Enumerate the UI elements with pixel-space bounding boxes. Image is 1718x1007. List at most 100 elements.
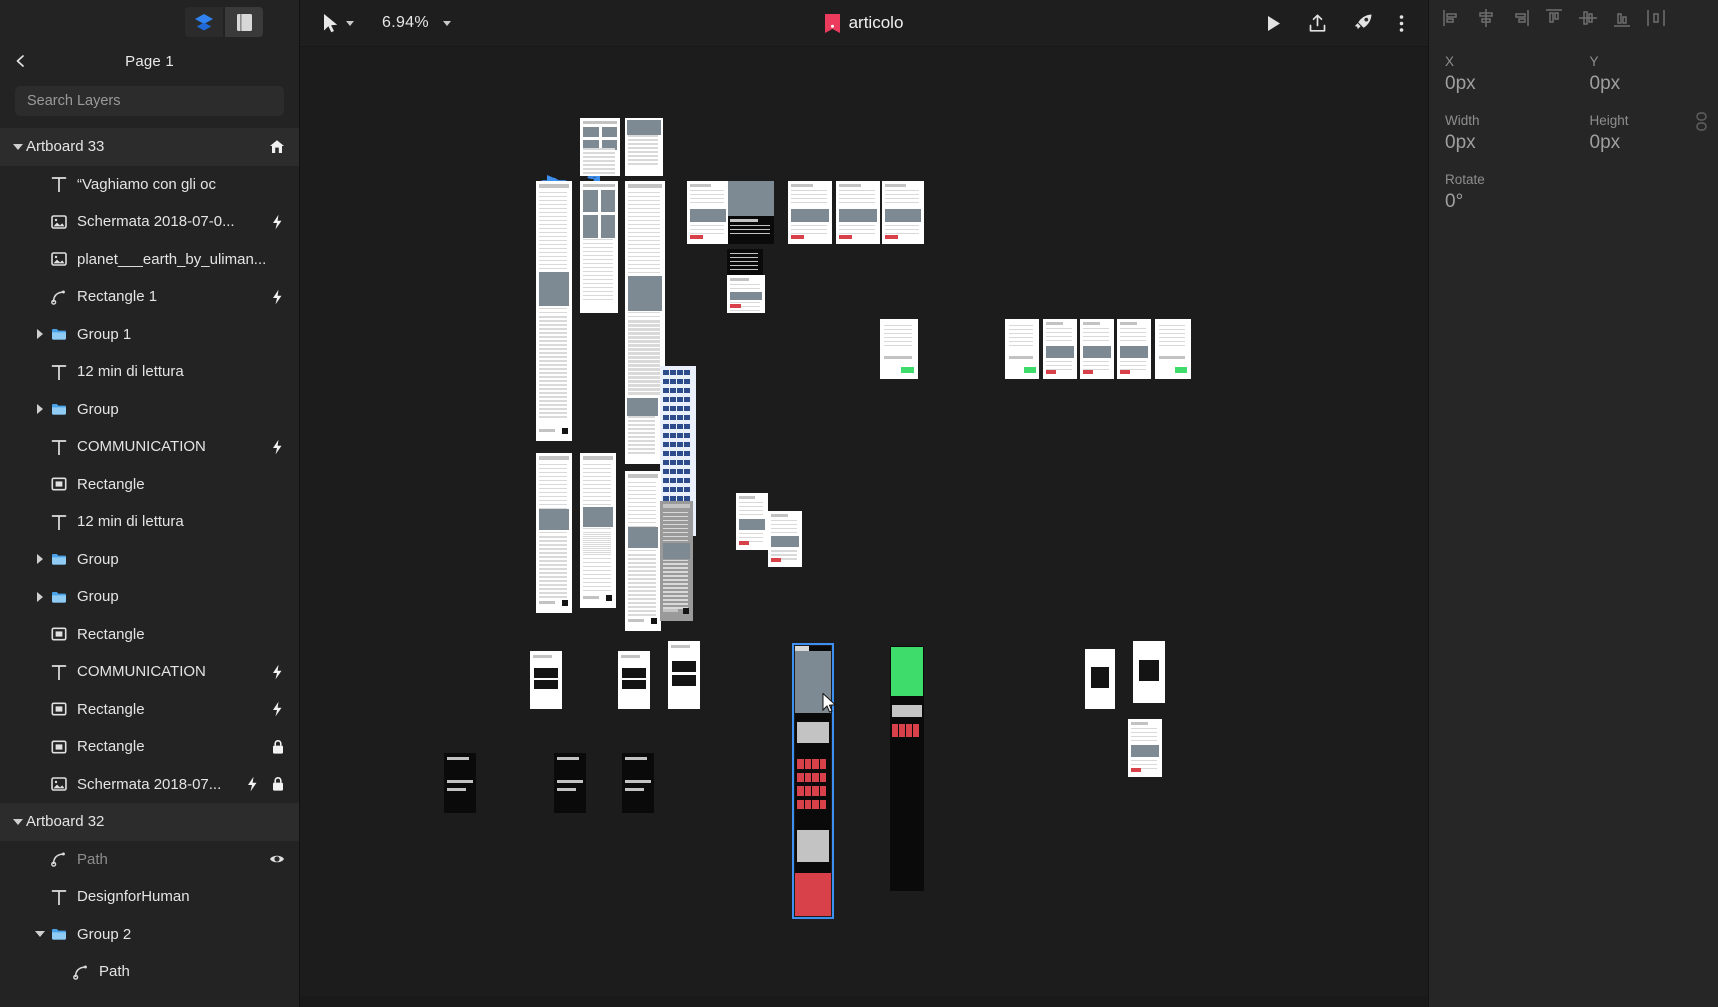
layer-row-path[interactable]: Path (0, 841, 299, 879)
lock-icon[interactable] (271, 776, 285, 792)
layer-row-designforhuman[interactable]: DesignforHuman (0, 878, 299, 916)
bolt-icon[interactable] (270, 214, 285, 230)
artboard[interactable] (580, 181, 618, 313)
artboard[interactable] (1117, 319, 1151, 379)
artboard[interactable] (1080, 319, 1114, 379)
more-options-button[interactable] (1399, 14, 1404, 33)
layer-row-rectangle[interactable]: Rectangle (0, 728, 299, 766)
layer-row-communication[interactable]: COMMUNICATION (0, 653, 299, 691)
layer-row-communication[interactable]: COMMUNICATION (0, 428, 299, 466)
publish-button[interactable] (1353, 13, 1373, 33)
artboard[interactable] (536, 181, 572, 441)
layer-row-rectangle[interactable]: Rectangle (0, 466, 299, 504)
cursor-tool-chevron-down-icon[interactable] (346, 20, 354, 26)
align-left-button[interactable] (1435, 4, 1469, 32)
artboard[interactable] (580, 453, 616, 608)
field-x[interactable]: X 0px (1429, 54, 1574, 95)
field-rotate[interactable]: Rotate 0° (1429, 172, 1574, 213)
layer-row-path[interactable]: Path (0, 953, 299, 991)
layer-row-schermata-2018-07-0[interactable]: Schermata 2018-07-0... (0, 203, 299, 241)
artboard[interactable] (687, 181, 729, 244)
layer-row-group-2[interactable]: Group 2 (0, 916, 299, 954)
layer-row-artboard-33[interactable]: Artboard 33 (0, 128, 299, 166)
artboard[interactable] (880, 319, 918, 379)
prototype-canvas[interactable] (300, 46, 1428, 1007)
disclosure-collapsed-icon[interactable] (37, 554, 43, 565)
artboard[interactable] (727, 275, 765, 313)
field-width[interactable]: Width 0px (1429, 113, 1574, 154)
layer-row-group[interactable]: Group (0, 541, 299, 579)
artboard[interactable] (625, 118, 663, 176)
disclosure-toggle[interactable] (32, 326, 48, 342)
artboard[interactable] (625, 396, 660, 464)
value-x[interactable]: 0px (1445, 73, 1574, 95)
lock-icon[interactable] (271, 739, 285, 755)
layer-row-group-1[interactable]: Group 1 (0, 316, 299, 354)
artboard[interactable] (836, 181, 880, 244)
disclosure-toggle[interactable] (32, 926, 48, 942)
layer-row-12-min-di-lettura[interactable]: 12 min di lettura (0, 353, 299, 391)
cursor-arrow-icon[interactable] (322, 13, 340, 33)
align-vertical-center-button[interactable] (1571, 4, 1605, 32)
artboard[interactable] (1005, 319, 1039, 379)
bolt-icon[interactable] (270, 664, 285, 680)
home-icon[interactable] (269, 139, 285, 155)
artboard[interactable] (1085, 649, 1115, 709)
artboard[interactable] (882, 181, 924, 244)
layer-row-vaghiamo-con-gli-oc[interactable]: “Vaghiamo con gli oc (0, 166, 299, 204)
artboard[interactable] (536, 453, 572, 613)
layer-row-rectangle[interactable]: Rectangle (0, 691, 299, 729)
disclosure-toggle[interactable] (32, 401, 48, 417)
search-input[interactable] (27, 93, 272, 109)
disclosure-toggle[interactable] (32, 551, 48, 567)
disclosure-expanded-icon[interactable] (13, 818, 23, 825)
tab-layers[interactable] (185, 7, 223, 37)
value-rotate[interactable]: 0° (1445, 191, 1574, 213)
horizontal-scrollbar[interactable] (300, 996, 1428, 1007)
eye-icon[interactable] (269, 851, 285, 867)
artboard[interactable] (622, 753, 654, 813)
artboard[interactable] (736, 493, 768, 550)
disclosure-expanded-icon[interactable] (35, 931, 45, 938)
tab-pages[interactable] (225, 7, 263, 37)
layer-row-rectangle[interactable]: Rectangle (0, 616, 299, 654)
artboard[interactable] (1155, 319, 1191, 379)
field-y[interactable]: Y 0px (1574, 54, 1718, 95)
disclosure-expanded-icon[interactable] (13, 143, 23, 150)
align-top-button[interactable] (1537, 4, 1571, 32)
disclosure-collapsed-icon[interactable] (37, 591, 43, 602)
bolt-icon[interactable] (270, 289, 285, 305)
layer-row-group[interactable]: Group (0, 391, 299, 429)
value-y[interactable]: 0px (1590, 73, 1718, 95)
bolt-icon[interactable] (270, 701, 285, 717)
lock-proportions-button[interactable] (1695, 112, 1708, 137)
zoom-level-label[interactable]: 6.94% (382, 14, 429, 32)
artboard-selected[interactable] (792, 643, 834, 919)
value-width[interactable]: 0px (1445, 132, 1574, 154)
disclosure-toggle[interactable] (10, 139, 26, 155)
share-export-button[interactable] (1308, 13, 1327, 33)
align-right-button[interactable] (1503, 4, 1537, 32)
artboard[interactable] (1128, 719, 1162, 777)
layer-row-rectangle-1[interactable]: Rectangle 1 (0, 278, 299, 316)
artboard[interactable] (625, 471, 661, 631)
artboard[interactable] (728, 181, 774, 244)
artboard[interactable] (580, 118, 620, 176)
align-horizontal-center-button[interactable] (1469, 4, 1503, 32)
artboard[interactable] (1043, 319, 1077, 379)
artboard[interactable] (1133, 641, 1165, 703)
disclosure-collapsed-icon[interactable] (37, 404, 43, 415)
artboard[interactable] (668, 641, 700, 709)
bolt-icon[interactable] (245, 776, 260, 792)
layer-row-artboard-32[interactable]: Artboard 32 (0, 803, 299, 841)
artboard[interactable] (554, 753, 586, 813)
distribute-horizontal-button[interactable] (1639, 4, 1673, 32)
layer-row-planet-earth-by-uliman[interactable]: planet___earth_by_uliman... (0, 241, 299, 279)
layer-row-schermata-2018-07[interactable]: Schermata 2018-07... (0, 766, 299, 804)
align-bottom-button[interactable] (1605, 4, 1639, 32)
artboard[interactable] (444, 753, 476, 813)
zoom-chevron-down-icon[interactable] (442, 20, 451, 26)
artboard[interactable] (727, 249, 763, 275)
layer-row-group[interactable]: Group (0, 578, 299, 616)
chevron-left-icon[interactable] (14, 54, 28, 68)
